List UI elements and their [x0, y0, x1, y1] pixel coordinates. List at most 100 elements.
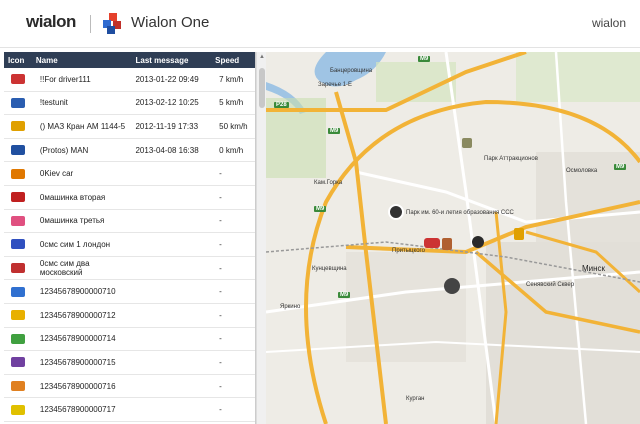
road-badge-m9: M9 [314, 206, 327, 212]
scrollbar-thumb[interactable] [259, 68, 265, 108]
unit-name[interactable]: !!For driver111 [32, 75, 132, 84]
map-label-minsk: Минск [582, 264, 606, 273]
green-car-icon [10, 333, 25, 344]
unit-speed: - [219, 334, 222, 344]
unit-marker-excavator-icon[interactable] [514, 228, 524, 240]
unit-row[interactable]: !testunit 2013-02-12 10:25 5 km/h [4, 92, 255, 116]
unit-icon-cell [4, 381, 32, 392]
wialon-logo[interactable]: wialon [26, 12, 76, 32]
map-label: Осмоловка [566, 168, 598, 174]
unit-marker-person-icon[interactable] [442, 238, 452, 250]
unit-row[interactable]: 0смс сим 1 лондон - [4, 233, 255, 257]
unit-icon-cell [4, 74, 32, 85]
column-header-name[interactable]: Name [32, 56, 132, 65]
unit-name[interactable]: 12345678900000710 [32, 287, 132, 296]
unit-icon-cell [4, 286, 32, 297]
unit-name[interactable]: 0машинка третья [32, 216, 132, 225]
column-header-icon[interactable]: Icon [4, 56, 32, 65]
unit-icon-cell [4, 239, 32, 250]
units-scrollbar[interactable]: ▲ [256, 52, 266, 424]
unit-icon-cell [4, 121, 32, 132]
unit-row[interactable]: 12345678900000712 - [4, 304, 255, 328]
unit-icon-cell [4, 357, 32, 368]
unit-row[interactable]: 12345678900000710 - [4, 280, 255, 304]
unit-icon-cell [4, 97, 32, 108]
map-view[interactable]: M9 M9 M9 M9 P28 M9 Банцеровщина Заречье … [266, 52, 640, 424]
units-table-header: Icon Name Last message Speed [4, 52, 255, 68]
column-header-last-message[interactable]: Last message [131, 56, 211, 65]
units-table-body: !!For driver111 2013-01-22 09:49 7 km/h !te… [4, 68, 255, 422]
unit-name[interactable]: 12345678900000712 [32, 311, 132, 320]
unit-speed: - [219, 357, 222, 367]
unit-name[interactable]: 0машинка вторая [32, 193, 132, 202]
unit-speed: - [219, 239, 222, 249]
app-header: wialon Wialon One wialon [0, 0, 640, 48]
unit-row[interactable]: 0Kiev car - [4, 162, 255, 186]
orange-loader-icon [10, 381, 25, 392]
unit-row[interactable]: 0смс сим два московский - [4, 257, 255, 281]
yellow-crane-icon [10, 121, 25, 132]
unit-row[interactable]: 12345678900000716 - [4, 375, 255, 399]
unit-speed: - [219, 169, 222, 179]
unit-icon-cell [4, 145, 32, 156]
user-menu[interactable]: wialon [592, 16, 626, 30]
unit-speed: - [219, 192, 222, 202]
road-badge-m9: M9 [614, 164, 627, 170]
unit-name[interactable]: () МАЗ Кран АМ 1144-5 [32, 122, 132, 131]
unit-name[interactable]: !testunit [32, 98, 132, 107]
unit-speed: - [219, 263, 222, 273]
unit-name[interactable]: 12345678900000716 [32, 382, 132, 391]
header-divider [90, 15, 91, 33]
unit-speed: 50 km/h [219, 121, 248, 131]
unit-marker-car-icon[interactable] [424, 238, 440, 248]
unit-row[interactable]: 12345678900000715 - [4, 351, 255, 375]
unit-last-message: 2012-11-19 17:33 [135, 121, 199, 131]
map-label: Парк им. 60-и летия образования ССС [406, 210, 514, 216]
unit-name[interactable]: 12345678900000714 [32, 334, 132, 343]
unit-speed: - [219, 381, 222, 391]
blue-truck-icon [10, 97, 25, 108]
red-truck-icon [10, 74, 25, 85]
map-label: Яркино [280, 304, 301, 310]
red-atv-icon [10, 263, 25, 274]
unit-icon-cell [4, 168, 32, 179]
unit-name[interactable]: 0смс сим 1 лондон [32, 240, 132, 249]
map-label: Банцеровщина [330, 68, 373, 74]
unit-name[interactable]: 0смс сим два московский [32, 259, 132, 277]
unit-marker-tractor-icon[interactable] [462, 138, 472, 148]
unit-marker-comet-icon[interactable] [472, 236, 484, 248]
map-label: Парк Аттракционов [484, 156, 538, 162]
unit-row[interactable]: !!For driver111 2013-01-22 09:49 7 km/h [4, 68, 255, 92]
column-header-speed[interactable]: Speed [211, 56, 255, 65]
unit-row[interactable]: 12345678900000717 - [4, 398, 255, 422]
road-badge-m9: M9 [338, 292, 351, 298]
unit-row[interactable]: 12345678900000714 - [4, 328, 255, 352]
unit-row[interactable]: (Protos) MAN 2013-04-08 16:38 0 km/h [4, 139, 255, 163]
unit-marker-spy-icon[interactable] [444, 278, 460, 294]
units-panel: Icon Name Last message Speed !!For drive… [4, 52, 256, 424]
unit-speed: - [219, 287, 222, 297]
unit-icon-cell [4, 404, 32, 415]
unit-name[interactable]: (Protos) MAN [32, 146, 132, 155]
unit-icon-cell [4, 310, 32, 321]
road-badge-m9: M9 [418, 56, 431, 62]
red-tram-icon [10, 192, 25, 203]
unit-marker-skull-icon[interactable] [388, 204, 404, 220]
unit-icon-cell [4, 263, 32, 274]
unit-speed: 5 km/h [219, 98, 244, 108]
unit-last-message: 2013-02-12 10:25 [135, 98, 199, 108]
unit-name[interactable]: 12345678900000715 [32, 358, 132, 367]
unit-name[interactable]: 0Kiev car [32, 169, 132, 178]
unit-row[interactable]: () МАЗ Кран АМ 1144-5 2012-11-19 17:33 50 … [4, 115, 255, 139]
unit-name[interactable]: 12345678900000717 [32, 405, 132, 414]
unit-speed: - [219, 216, 222, 226]
map-canvas[interactable] [266, 52, 640, 424]
cubes-logo-icon [103, 13, 121, 34]
pink-car-icon [10, 215, 25, 226]
road-badge-p28: P28 [274, 102, 289, 108]
unit-icon-cell [4, 333, 32, 344]
unit-row[interactable]: 0машинка третья - [4, 210, 255, 234]
map-label: Кунцевщина [312, 266, 347, 272]
blue-snowmobile-icon [10, 239, 25, 250]
unit-row[interactable]: 0машинка вторая - [4, 186, 255, 210]
